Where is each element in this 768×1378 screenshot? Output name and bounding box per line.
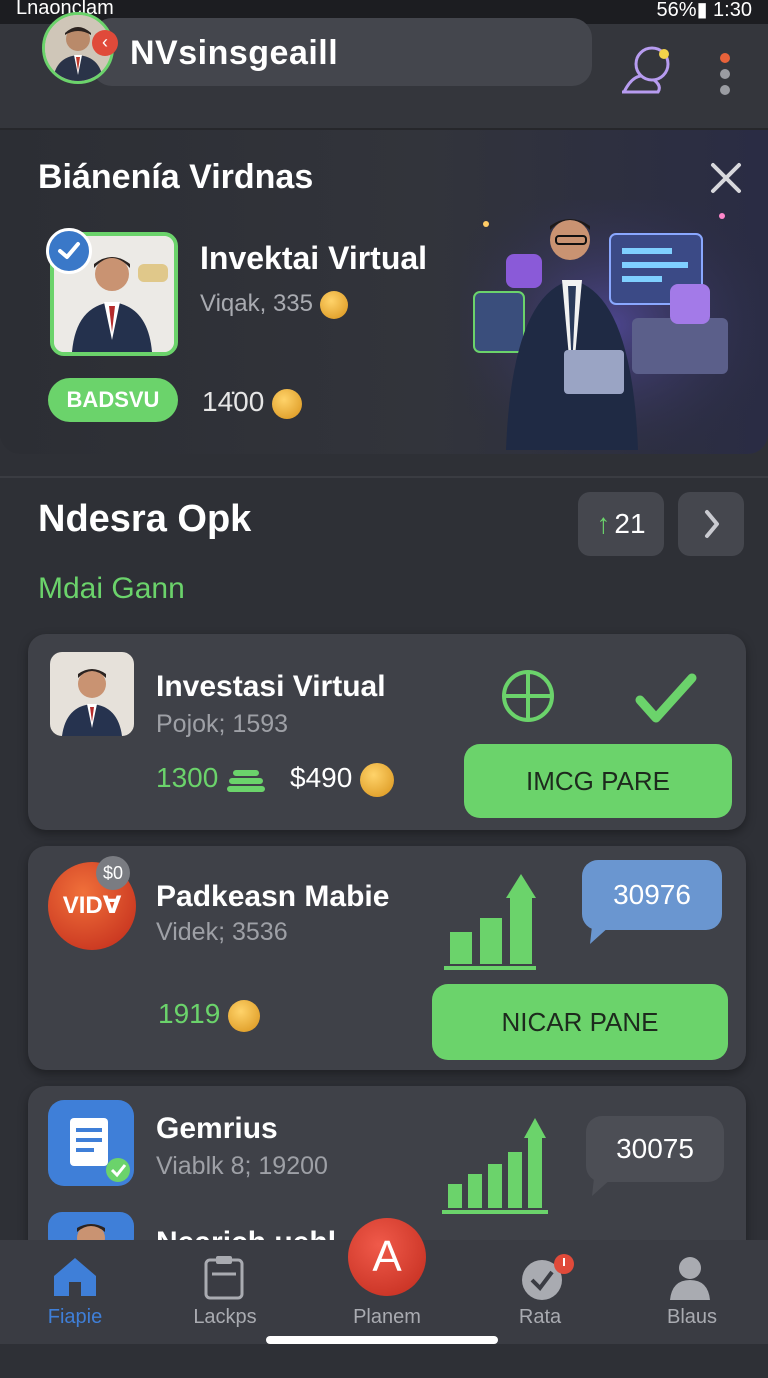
bubble-tail-icon	[592, 1178, 612, 1196]
card-stat-price: $490	[290, 762, 395, 797]
counter-value: 21	[614, 508, 646, 539]
banner-badge[interactable]: BADSVU	[48, 378, 178, 422]
checkmark-icon[interactable]	[634, 664, 698, 728]
bar-growth-icon	[442, 1118, 548, 1214]
avatar	[50, 652, 134, 736]
verified-check-icon	[46, 228, 92, 274]
coin-icon	[319, 290, 348, 319]
clipboard-icon[interactable]	[200, 1254, 248, 1300]
banner-coins-text: 14̇00	[202, 386, 265, 417]
card-meta: Pojok; 1593	[156, 710, 289, 738]
nav-item-rata[interactable]: Rata	[480, 1306, 600, 1329]
banner-meta-text: Viqak, 335	[200, 290, 313, 317]
coin-icon	[228, 999, 261, 1032]
notification-dot[interactable]: ‹	[92, 30, 118, 56]
arrow-up-icon: ↑	[596, 508, 611, 539]
add-target-icon[interactable]	[500, 668, 556, 724]
section-title: Ndesra Opk	[38, 498, 252, 540]
close-icon[interactable]	[708, 160, 744, 196]
card-price-value: $490	[290, 762, 353, 793]
nav-item-blaus[interactable]: Blaus	[632, 1306, 752, 1329]
card-title: Investasi Virtual	[156, 670, 386, 703]
card-stat-value: 1919	[158, 998, 221, 1029]
nav-item-lackps[interactable]: Lackps	[165, 1306, 285, 1329]
chat-bubble-icon[interactable]	[618, 42, 678, 96]
card-action-button[interactable]: NICAR PANE	[432, 984, 728, 1060]
card-stat-green: 1919	[158, 998, 261, 1032]
coin-icon	[360, 762, 395, 797]
document-edit-icon	[48, 1100, 134, 1186]
coin-icon	[272, 388, 303, 419]
status-right-text: 56%▮ 1:30	[656, 0, 752, 21]
nav-item-home[interactable]: Fiapie	[15, 1306, 135, 1329]
overflow-menu-icon[interactable]	[718, 52, 732, 96]
nav-item-planem[interactable]: Planem	[327, 1306, 447, 1329]
card-action-button[interactable]: IMCG PARE	[464, 744, 732, 818]
bubble-tail-icon	[590, 926, 610, 944]
cash-stack-icon	[227, 769, 266, 792]
section-subtitle: Mdai Gann	[38, 572, 185, 605]
value-bubble: 30075	[586, 1116, 724, 1182]
banner-meta: Viqak, 335	[200, 290, 348, 319]
banner-subtitle: Invektai Virtual	[200, 240, 428, 276]
card-meta: Viablk 8; 19200	[156, 1152, 328, 1180]
value-bubble: 30976	[582, 860, 722, 930]
bar-growth-icon	[444, 874, 536, 970]
home-indicator	[266, 1336, 498, 1344]
avatar	[48, 1212, 134, 1242]
card-title: Gemrius	[156, 1112, 278, 1145]
home-icon[interactable]	[50, 1254, 100, 1298]
banner-coins: 14̇00	[202, 386, 303, 419]
person-icon[interactable]	[668, 1254, 712, 1300]
banner-title: Biáneníа Virdnas	[38, 158, 314, 196]
hero-illustration	[460, 200, 760, 450]
badge-check-icon[interactable]	[518, 1254, 576, 1302]
username: NVsinsgeaill	[130, 34, 339, 72]
next-button[interactable]	[678, 492, 744, 556]
letter-a-icon[interactable]: A	[348, 1218, 426, 1296]
card-title: Padkeasn Mabie	[156, 880, 390, 913]
card-meta: Videk; 3536	[156, 918, 288, 946]
chevron-right-icon	[705, 510, 719, 538]
counter-badge[interactable]: ↑ 21	[578, 492, 664, 556]
card-title: Nearich uehl	[156, 1226, 336, 1240]
logo-badge: $0	[96, 856, 130, 890]
card-stat-value: 1300	[156, 762, 219, 793]
card-stat-green: 1300	[156, 762, 266, 795]
